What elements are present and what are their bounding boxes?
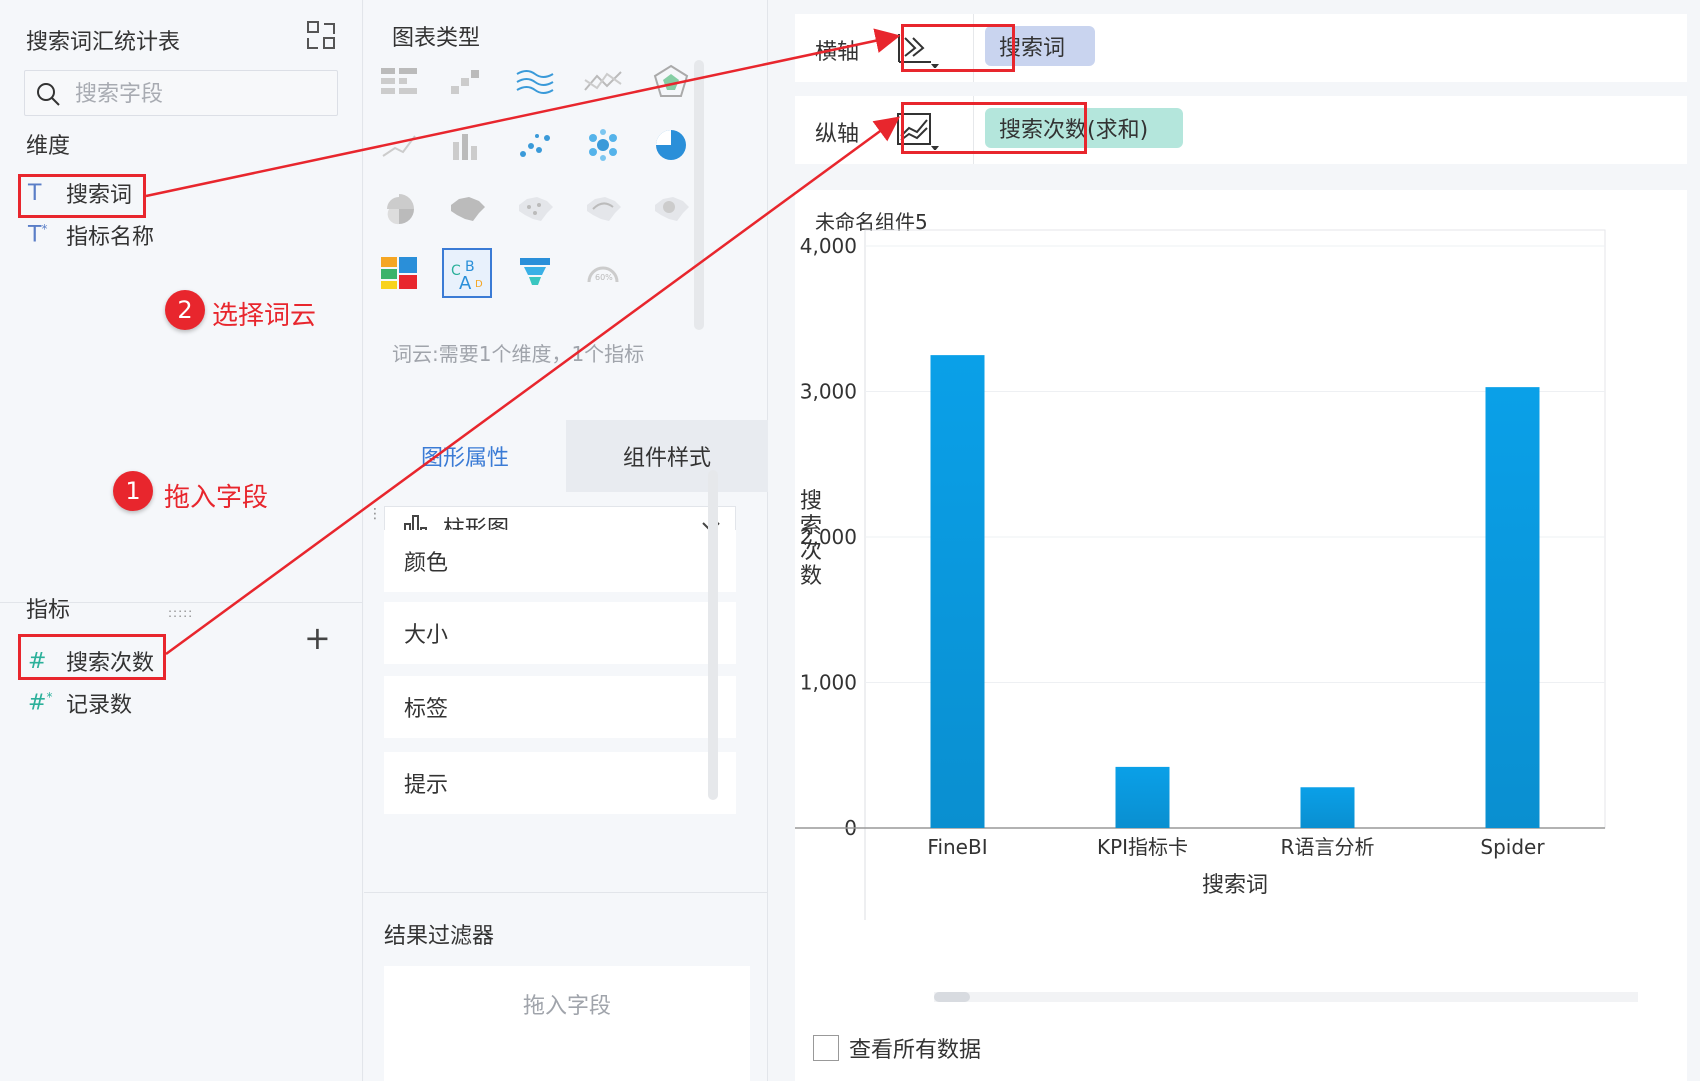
dimensions-header: 维度 bbox=[26, 134, 71, 159]
step1-badge: 1 bbox=[113, 471, 153, 511]
bar bbox=[1485, 387, 1540, 828]
field-search bbox=[24, 70, 338, 116]
highlight-box bbox=[901, 102, 1087, 154]
field-panel: 搜索词汇统计表 维度 T 搜索词 T* 指标名称 2 选择词云 1 拖入字段 :… bbox=[0, 0, 363, 1081]
x-tick-label: Spider bbox=[1480, 835, 1545, 859]
result-filter-dropzone[interactable]: 拖入字段 bbox=[384, 966, 750, 1081]
polyline-icon[interactable] bbox=[578, 56, 628, 106]
number-field-icon: #* bbox=[28, 690, 53, 716]
step2-annotation: 选择词云 bbox=[212, 301, 317, 331]
drag-handle[interactable]: ⋮ bbox=[368, 506, 382, 522]
stream-icon[interactable] bbox=[510, 56, 560, 106]
y-tick-label: 4,000 bbox=[800, 234, 857, 258]
tab-graphic-properties[interactable]: 图形属性 bbox=[364, 420, 566, 492]
metric-item-record-count[interactable]: #* 记录数 bbox=[28, 686, 132, 720]
x-tick-label: R语言分析 bbox=[1281, 835, 1375, 859]
pie-chart-icon[interactable] bbox=[646, 120, 696, 170]
result-filter-title: 结果过滤器 bbox=[384, 924, 495, 949]
y-tick-label: 1,000 bbox=[800, 671, 857, 695]
y-tick-label: 3,000 bbox=[800, 380, 857, 404]
highlight-box bbox=[18, 174, 146, 218]
y-axis-title-char: 数 bbox=[800, 564, 822, 589]
add-metric-icon[interactable]: + bbox=[304, 622, 331, 654]
svg-text:A: A bbox=[459, 273, 472, 293]
scatter-icon[interactable] bbox=[510, 120, 560, 170]
bar bbox=[1115, 766, 1170, 828]
chart-editor: 横轴 搜索词 纵轴 搜索次数(求和) 未命名组件5 0 1,000 2,000 3,0… bbox=[769, 0, 1700, 1081]
bar bbox=[930, 355, 985, 828]
show-all-data-row[interactable]: 查看所有数据 bbox=[813, 1032, 981, 1064]
flow-map-icon[interactable] bbox=[578, 184, 628, 234]
svg-text:D: D bbox=[475, 279, 483, 290]
prop-label: 标签 bbox=[404, 697, 449, 722]
cross-table-icon[interactable] bbox=[374, 56, 424, 106]
tab-component-style[interactable]: 组件样式 bbox=[566, 420, 768, 492]
section-divider bbox=[364, 892, 768, 893]
chart-horizontal-scrollbar[interactable] bbox=[934, 992, 1638, 1002]
svg-text:60%: 60% bbox=[595, 273, 613, 282]
prop-size[interactable]: 大小 bbox=[384, 602, 736, 664]
chart-type-title: 图表类型 bbox=[392, 26, 481, 51]
x-tick-label: KPI指标卡 bbox=[1097, 835, 1188, 859]
funnel-icon[interactable] bbox=[510, 248, 560, 298]
metrics-header: 指标 bbox=[26, 598, 71, 623]
gantt-icon[interactable] bbox=[442, 56, 492, 106]
bar-chart: 01,0002,0003,0004,000FineBI KPI指标卡 R语言分析 Sp… bbox=[795, 229, 1606, 920]
field-label: 记录数 bbox=[66, 693, 133, 718]
x-axis-label: 横轴 bbox=[815, 40, 860, 65]
chart-type-hint: 词云:需要1个维度，1个指标 bbox=[392, 342, 645, 366]
text-field-icon: T* bbox=[28, 222, 48, 248]
step1-annotation: 拖入字段 bbox=[164, 483, 269, 513]
prop-label-setting[interactable]: 标签 bbox=[384, 676, 736, 738]
point-map-icon[interactable] bbox=[510, 184, 560, 234]
bubble-icon[interactable] bbox=[578, 120, 628, 170]
region-map-icon[interactable] bbox=[442, 184, 492, 234]
x-tick-label: FineBI bbox=[927, 835, 987, 859]
rose-chart-icon[interactable] bbox=[374, 184, 424, 234]
y-axis-title-char: 搜 bbox=[800, 489, 822, 514]
prop-label: 提示 bbox=[404, 773, 449, 798]
prop-color[interactable]: 颜色 bbox=[384, 530, 736, 592]
y-axis-title-char: 次 bbox=[800, 539, 822, 564]
field-label: 指标名称 bbox=[66, 225, 155, 250]
step2-badge: 2 bbox=[165, 290, 205, 330]
treemap-icon[interactable] bbox=[374, 248, 424, 298]
chart-canvas: 未命名组件5 0 1,000 2,000 3,000 4,000 FineBI KPI指标卡… bbox=[795, 190, 1687, 1081]
bar-chart-icon[interactable] bbox=[442, 120, 492, 170]
prop-label: 大小 bbox=[404, 623, 449, 648]
chart-config-panel: 图表类型 C B A D 60% 词云:需要1个维度，1个指标 图形属性 组件样… bbox=[364, 0, 768, 1081]
search-icon bbox=[37, 83, 60, 106]
show-all-data-checkbox[interactable] bbox=[813, 1035, 839, 1061]
prop-tooltip[interactable]: 提示 bbox=[384, 752, 736, 814]
prop-label: 颜色 bbox=[404, 551, 449, 576]
dimension-item-metric-name[interactable]: T* 指标名称 bbox=[28, 218, 154, 252]
y-axis-label: 纵轴 bbox=[815, 122, 860, 147]
word-cloud-icon[interactable]: CBAD bbox=[442, 248, 492, 298]
highlight-box bbox=[18, 634, 166, 680]
property-scrollbar[interactable] bbox=[708, 470, 718, 800]
switch-dataset-icon[interactable] bbox=[306, 20, 336, 50]
heat-map-icon[interactable] bbox=[646, 184, 696, 234]
y-axis-title-char: 索 bbox=[800, 514, 822, 539]
show-all-data-label: 查看所有数据 bbox=[849, 1038, 982, 1063]
dataset-title: 搜索词汇统计表 bbox=[26, 30, 181, 55]
scrollbar-thumb[interactable] bbox=[934, 992, 970, 1002]
gauge-icon[interactable]: 60% bbox=[578, 248, 628, 298]
line-chart-icon[interactable] bbox=[374, 120, 424, 170]
search-input[interactable] bbox=[75, 79, 325, 109]
highlight-box bbox=[901, 24, 1015, 72]
bar bbox=[1300, 787, 1355, 828]
resize-handle[interactable]: ::::: bbox=[168, 606, 193, 620]
chart-type-scrollbar[interactable] bbox=[694, 60, 704, 330]
x-axis-title: 搜索词 bbox=[1202, 873, 1268, 898]
radar-icon[interactable] bbox=[646, 56, 696, 106]
